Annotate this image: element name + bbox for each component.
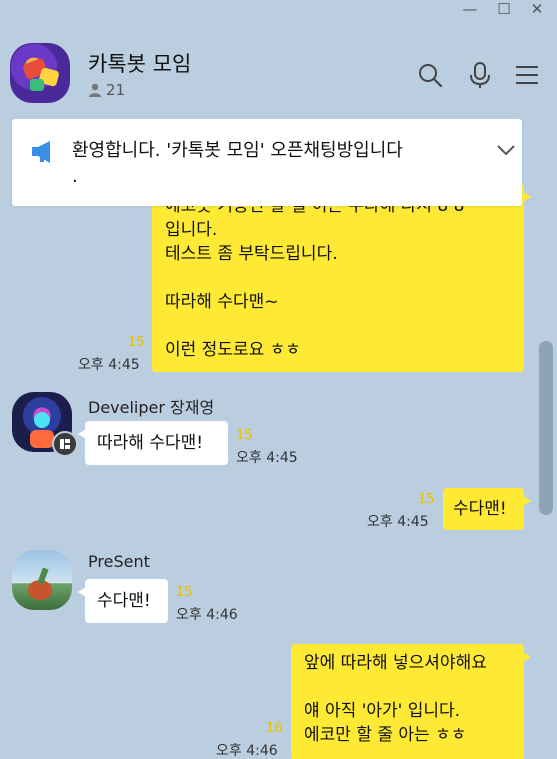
person-icon xyxy=(89,83,101,97)
my-message-bubble[interactable]: 에코봇 기능인 말 될 이는 누타해 나시 8 8 입니다. 테스트 좀 부탁드… xyxy=(152,184,531,372)
message-text: 따라해 수다맨! xyxy=(97,433,204,453)
room-title: 카톡봇 모임 xyxy=(88,52,192,76)
sender-name: Develiper 장재영 xyxy=(88,398,215,417)
message-time: 오후 4:46 xyxy=(216,743,278,759)
message-time: 오후 4:45 xyxy=(367,514,429,530)
message-time: 오후 4:45 xyxy=(78,357,140,373)
unread-count: 15 xyxy=(236,428,253,443)
my-message-bubble[interactable]: 수다맨! xyxy=(443,488,531,530)
unread-count: 16 xyxy=(266,721,283,736)
chat-scrollbar[interactable] xyxy=(539,341,553,515)
unread-count: 15 xyxy=(418,492,435,507)
message-text: 수다맨! xyxy=(97,591,151,611)
member-count[interactable]: 21 xyxy=(88,81,125,99)
close-button[interactable]: ✕ xyxy=(522,0,552,20)
window-titlebar: — ☐ ✕ xyxy=(0,0,557,24)
menu-icon[interactable] xyxy=(512,60,542,90)
message-text: 에코봇 기능인 말 될 이는 누타해 나시 8 8 입니다. 테스트 좀 부탁드… xyxy=(165,196,465,360)
message-time: 오후 4:46 xyxy=(176,607,238,623)
search-icon[interactable] xyxy=(415,60,445,90)
sender-avatar[interactable] xyxy=(12,550,72,610)
message-time: 오후 4:45 xyxy=(236,450,298,466)
device-badge-icon xyxy=(52,431,78,457)
sender-name: PreSent xyxy=(88,552,150,571)
room-avatar[interactable] xyxy=(10,43,70,103)
message-list[interactable]: 에코봇 기능인 말 될 이는 누타해 나시 8 8 입니다. 테스트 좀 부탁드… xyxy=(0,120,557,759)
unread-count: 15 xyxy=(128,335,145,350)
maximize-button[interactable]: ☐ xyxy=(489,0,519,20)
unread-count: 15 xyxy=(176,585,193,600)
my-message-bubble[interactable]: 앞에 따라해 넣으셔야해요 얘 아직 '아가' 입니다. 에코만 할 줄 아는 … xyxy=(291,644,531,759)
megaphone-icon xyxy=(32,141,50,163)
other-message-bubble[interactable]: 수다맨! xyxy=(78,579,168,623)
chevron-down-icon[interactable] xyxy=(495,139,517,161)
message-text: 수다맨! xyxy=(453,499,507,519)
member-count-value: 21 xyxy=(106,81,126,99)
message-text: 앞에 따라해 넣으셔야해요 얘 아직 '아가' 입니다. 에코만 할 줄 아는 … xyxy=(304,653,487,745)
notice-text: 환영합니다. '카톡봇 모임' 오픈채팅방입니다 . xyxy=(72,140,403,187)
mic-icon[interactable] xyxy=(465,60,495,90)
other-message-bubble[interactable]: 따라해 수다맨! xyxy=(78,421,228,465)
minimize-button[interactable]: — xyxy=(455,0,485,20)
chat-header: 카톡봇 모임 21 xyxy=(0,30,557,120)
notice-banner[interactable]: 환영합니다. '카톡봇 모임' 오픈채팅방입니다 . xyxy=(12,119,522,206)
